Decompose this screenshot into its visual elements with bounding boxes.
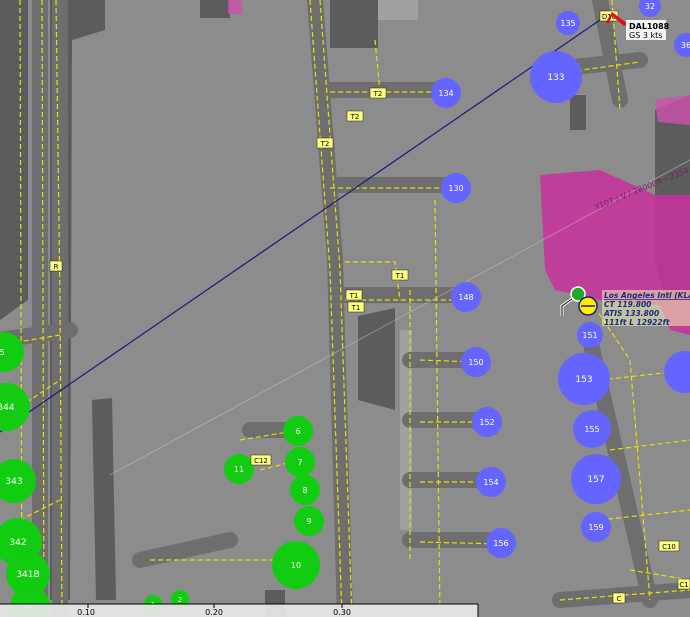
gate-156[interactable]: 156 — [486, 528, 516, 558]
sign-t1-a: T1 — [391, 269, 409, 281]
gate-label: 2 — [178, 596, 182, 604]
gate-150[interactable]: 150 — [461, 347, 491, 377]
gate-label: 342 — [9, 538, 26, 548]
gate-label: 134 — [438, 89, 453, 98]
gate-label: 159 — [588, 523, 603, 532]
airport-atis: ATIS 133.800 — [603, 309, 659, 318]
sign-label: T2 — [350, 113, 360, 121]
gate-154[interactable]: 154 — [476, 467, 506, 497]
gate-135[interactable]: 135 — [556, 11, 580, 35]
sign-c10: C10 — [658, 540, 680, 552]
sign-t2-c: T2 — [316, 137, 334, 149]
gate-label: 156 — [493, 539, 508, 548]
gate-7[interactable]: 7 — [285, 447, 315, 477]
sign-label: T2 — [373, 90, 383, 98]
sign-t1-c: T1 — [347, 301, 365, 313]
sign-label: C1 — [679, 581, 688, 589]
gate-label: 153 — [575, 375, 592, 385]
gate-label: 9 — [306, 517, 311, 526]
gate-130[interactable]: 130 — [441, 173, 471, 203]
gate-8[interactable]: 8 — [290, 475, 320, 505]
gate-10[interactable]: 10 — [272, 541, 320, 589]
gate-11[interactable]: 11 — [224, 454, 254, 484]
gate-label: 36 — [681, 41, 690, 50]
airport-ct: CT 119.800 — [604, 300, 651, 309]
scale-tick-label: 0.30 — [333, 608, 351, 617]
aircraft-speed: GS 3 kts — [629, 31, 662, 40]
gate-label: 133 — [547, 73, 564, 83]
sign-label: C — [617, 595, 622, 603]
gate-label: 5 — [0, 348, 5, 357]
sign-t2-a: T2 — [369, 87, 387, 99]
sign-c12: C12 — [250, 454, 272, 466]
gate-label: 8 — [302, 486, 307, 495]
sign-t2-b: T2 — [346, 110, 364, 122]
gate-label: 154 — [483, 478, 498, 487]
gate-152[interactable]: 152 — [472, 407, 502, 437]
gate-label: 130 — [448, 184, 463, 193]
scale-tick-label: 0.20 — [205, 608, 223, 617]
gate-151[interactable]: 151 — [577, 322, 603, 348]
gate-148[interactable]: 148 — [451, 282, 481, 312]
gate-134[interactable]: 134 — [431, 78, 461, 108]
gate-133[interactable]: 133 — [530, 51, 582, 103]
gate-label: 341B — [16, 570, 39, 580]
airport-map[interactable]: Y107 / V / 28000ft - 2354 / 48 m 135 32 … — [0, 0, 690, 617]
sign-label: T1 — [351, 304, 361, 312]
sign-label: T2 — [320, 140, 330, 148]
sign-t1-b: T1 — [345, 289, 363, 301]
airport-info-box: Los Angeles Intl (KLAX) CT 119.800 ATIS … — [602, 290, 690, 327]
gate-label: 148 — [458, 293, 473, 302]
sign-label: T1 — [395, 272, 405, 280]
gate-label: 135 — [560, 19, 575, 28]
sign-label: R — [54, 263, 59, 271]
airport-elevation: 111ft L 12922ft — [604, 318, 670, 327]
gate-159[interactable]: 159 — [581, 512, 611, 542]
sign-c: C — [612, 592, 626, 604]
gate-label: 155 — [584, 425, 599, 434]
gate-label: 6 — [295, 427, 300, 436]
sign-label: T1 — [349, 292, 359, 300]
sign-label: C10 — [662, 543, 676, 551]
gate-label: 150 — [468, 358, 483, 367]
scale-bar-background — [0, 604, 478, 617]
gate-label: 32 — [645, 2, 655, 11]
gate-label: 343 — [5, 477, 22, 487]
gate-157[interactable]: 157 — [571, 454, 621, 504]
gate-9[interactable]: 9 — [294, 506, 324, 536]
map-canvas[interactable]: Y107 / V / 28000ft - 2354 / 48 m 135 32 … — [0, 0, 690, 617]
sign-label: C12 — [254, 457, 268, 465]
aircraft-callsign: DAL1088 — [629, 22, 670, 31]
airport-name: Los Angeles Intl (KLAX) — [604, 291, 690, 300]
gate-label: 11 — [234, 465, 244, 474]
gate-6[interactable]: 6 — [283, 416, 313, 446]
scale-tick-label: 0.10 — [77, 608, 95, 617]
gate-label: 344 — [0, 403, 15, 413]
gate-label: 7 — [297, 458, 302, 467]
gate-label: 152 — [479, 418, 494, 427]
sign-c1: C1 — [677, 578, 690, 590]
scale-bar: 0.10 0.20 0.30 — [0, 603, 479, 617]
sign-r: R — [49, 260, 63, 272]
gate-153[interactable]: 153 — [558, 353, 610, 405]
gate-155[interactable]: 155 — [573, 410, 611, 448]
gate-label: 151 — [582, 331, 597, 340]
gate-label: 10 — [291, 561, 301, 570]
gate-label: 157 — [587, 475, 604, 485]
